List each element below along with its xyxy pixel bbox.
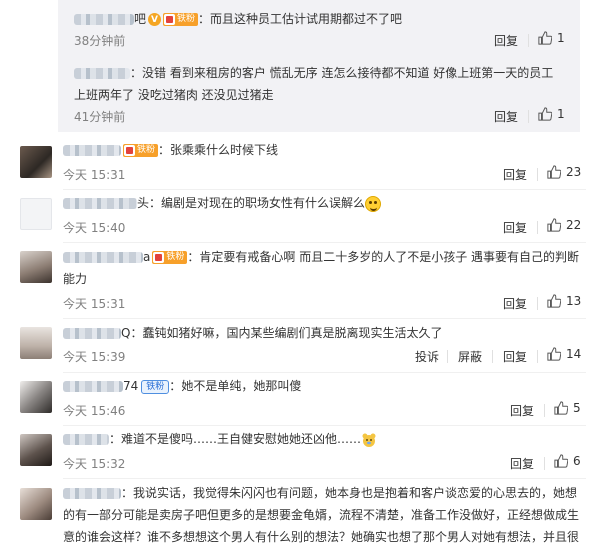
comment-time: 今天 15:31 — [63, 297, 126, 311]
like-button[interactable]: 23 — [547, 165, 581, 179]
divider — [544, 457, 545, 470]
avatar[interactable] — [20, 381, 52, 413]
avatar[interactable] — [20, 488, 52, 520]
fan-badge: 铁粉 — [152, 251, 188, 264]
reply-button[interactable]: 回复 — [503, 166, 527, 183]
comment: ：我说实话，我觉得朱闪闪也有问题，她本身也是抱着和客户谈恋爱的心思去的，她想的有… — [63, 486, 580, 543]
divider — [537, 168, 538, 181]
reply-text: 没错 看到来租房的客户 慌乱无序 连怎么接待都不知道 好像上班第一天的员工 上班… — [74, 66, 554, 102]
grinning-emoji-icon — [365, 195, 382, 212]
reply-button[interactable]: 回复 — [503, 219, 527, 236]
avatar[interactable] — [20, 251, 52, 283]
gift-icon — [153, 252, 165, 263]
thumbs-up-icon — [547, 218, 561, 232]
comment: Q：蠢钝如猪好嘛，国内某些编剧们真是脱离现实生活太久了 — [63, 322, 584, 344]
blurred-username[interactable] — [63, 434, 109, 445]
like-button[interactable]: 1 — [538, 31, 565, 45]
thumbs-up-icon — [547, 294, 561, 308]
verified-badge: V — [148, 13, 162, 26]
divider — [528, 34, 529, 47]
divider — [63, 242, 586, 243]
report-button[interactable]: 投诉 — [415, 348, 439, 365]
like-button[interactable]: 13 — [547, 294, 581, 308]
fan-badge: 铁粉 — [123, 144, 159, 157]
comment-text: 我说实话，我觉得朱闪闪也有问题，她本身也是抱着和客户谈恋爱的心思去的，她想的有一… — [63, 486, 580, 543]
gift-icon — [164, 14, 176, 25]
reply-time: 38分钟前 — [74, 34, 126, 48]
thumbs-up-icon — [547, 347, 561, 361]
fan-badge: 铁粉 — [141, 379, 170, 394]
blurred-username[interactable] — [74, 14, 134, 25]
comment-time: 今天 15:31 — [63, 168, 126, 182]
comment-text: 张乘乘什么时候下线 — [170, 143, 279, 157]
blurred-username[interactable] — [63, 198, 137, 209]
block-button[interactable]: 屏蔽 — [458, 348, 482, 365]
like-button[interactable]: 1 — [538, 107, 565, 121]
divider — [63, 372, 586, 373]
divider — [63, 478, 586, 479]
nested-reply: ：没错 看到来租房的客户 慌乱无序 连怎么接待都不知道 好像上班第一天的员工 上… — [74, 66, 554, 102]
bear-emoji-icon — [361, 432, 377, 448]
nested-replies-box: 吧 V 铁粉 ：而且这种员工估计试用期都过不了吧 38分钟前 回复 1 ：没错 看到来… — [58, 0, 580, 132]
comment-time: 今天 15:32 — [63, 457, 126, 471]
thumbs-up-icon — [554, 454, 568, 468]
reply-button[interactable]: 回复 — [494, 108, 518, 125]
comment-time: 今天 15:46 — [63, 404, 126, 418]
avatar[interactable] — [20, 434, 52, 466]
like-button[interactable]: 6 — [554, 454, 581, 468]
divider — [537, 350, 538, 363]
reply-time: 41分钟前 — [74, 110, 126, 124]
comment: 铁粉 ：张乘乘什么时候下线 — [63, 139, 584, 161]
comment-time: 今天 15:39 — [63, 350, 126, 364]
reply-button[interactable]: 回复 — [510, 455, 534, 472]
avatar[interactable] — [20, 327, 52, 359]
comment: 74 铁粉 ：她不是单纯，她那叫傻 — [63, 375, 584, 397]
thumbs-up-icon — [538, 107, 552, 121]
comment-text: 蠢钝如猪好嘛，国内某些编剧们真是脱离现实生活太久了 — [142, 326, 443, 340]
reply-button[interactable]: 回复 — [494, 32, 518, 49]
comment-text: 难道不是傻吗……王自健安慰她她还凶他…… — [121, 432, 362, 446]
divider — [537, 221, 538, 234]
like-button[interactable]: 5 — [554, 401, 581, 415]
thumbs-up-icon — [554, 401, 568, 415]
blurred-username[interactable] — [63, 488, 121, 499]
divider — [544, 404, 545, 417]
divider — [537, 297, 538, 310]
gift-icon — [124, 145, 135, 156]
divider — [492, 350, 493, 363]
divider — [528, 110, 529, 123]
blurred-username[interactable] — [63, 145, 121, 156]
reply-button[interactable]: 回复 — [510, 402, 534, 419]
avatar[interactable] — [20, 198, 52, 230]
comment-time: 今天 15:40 — [63, 221, 126, 235]
avatar[interactable] — [20, 146, 52, 178]
comment: 头：编剧是对现在的职场女性有什么误解么 — [63, 192, 584, 214]
like-button[interactable]: 14 — [547, 347, 581, 361]
like-button[interactable]: 22 — [547, 218, 581, 232]
comment-text: 编剧是对现在的职场女性有什么误解么 — [161, 196, 366, 210]
divider — [63, 318, 586, 319]
blurred-username[interactable] — [74, 68, 130, 79]
divider — [63, 425, 586, 426]
comment: ：难道不是傻吗……王自健安慰她她还凶他…… — [63, 428, 584, 450]
comment: a 铁粉 ：肯定要有戒备心啊 而且二十多岁的人了不是小孩子 遇事要有自己的判断能力 — [63, 250, 580, 286]
divider — [63, 189, 586, 190]
blurred-username[interactable] — [63, 381, 123, 392]
thumbs-up-icon — [538, 31, 552, 45]
reply-button[interactable]: 回复 — [503, 348, 527, 365]
divider — [447, 350, 448, 363]
fan-badge: 铁粉 — [163, 13, 199, 26]
nested-reply: 吧 V 铁粉 ：而且这种员工估计试用期都过不了吧 — [74, 8, 580, 30]
comment-text: 她不是单纯，她那叫傻 — [181, 379, 302, 393]
blurred-username[interactable] — [63, 252, 143, 263]
reply-text: 而且这种员工估计试用期都过不了吧 — [210, 12, 403, 26]
thumbs-up-icon — [547, 165, 561, 179]
blurred-username[interactable] — [63, 328, 121, 339]
username-suffix[interactable]: 吧 — [134, 12, 146, 26]
reply-button[interactable]: 回复 — [503, 295, 527, 312]
